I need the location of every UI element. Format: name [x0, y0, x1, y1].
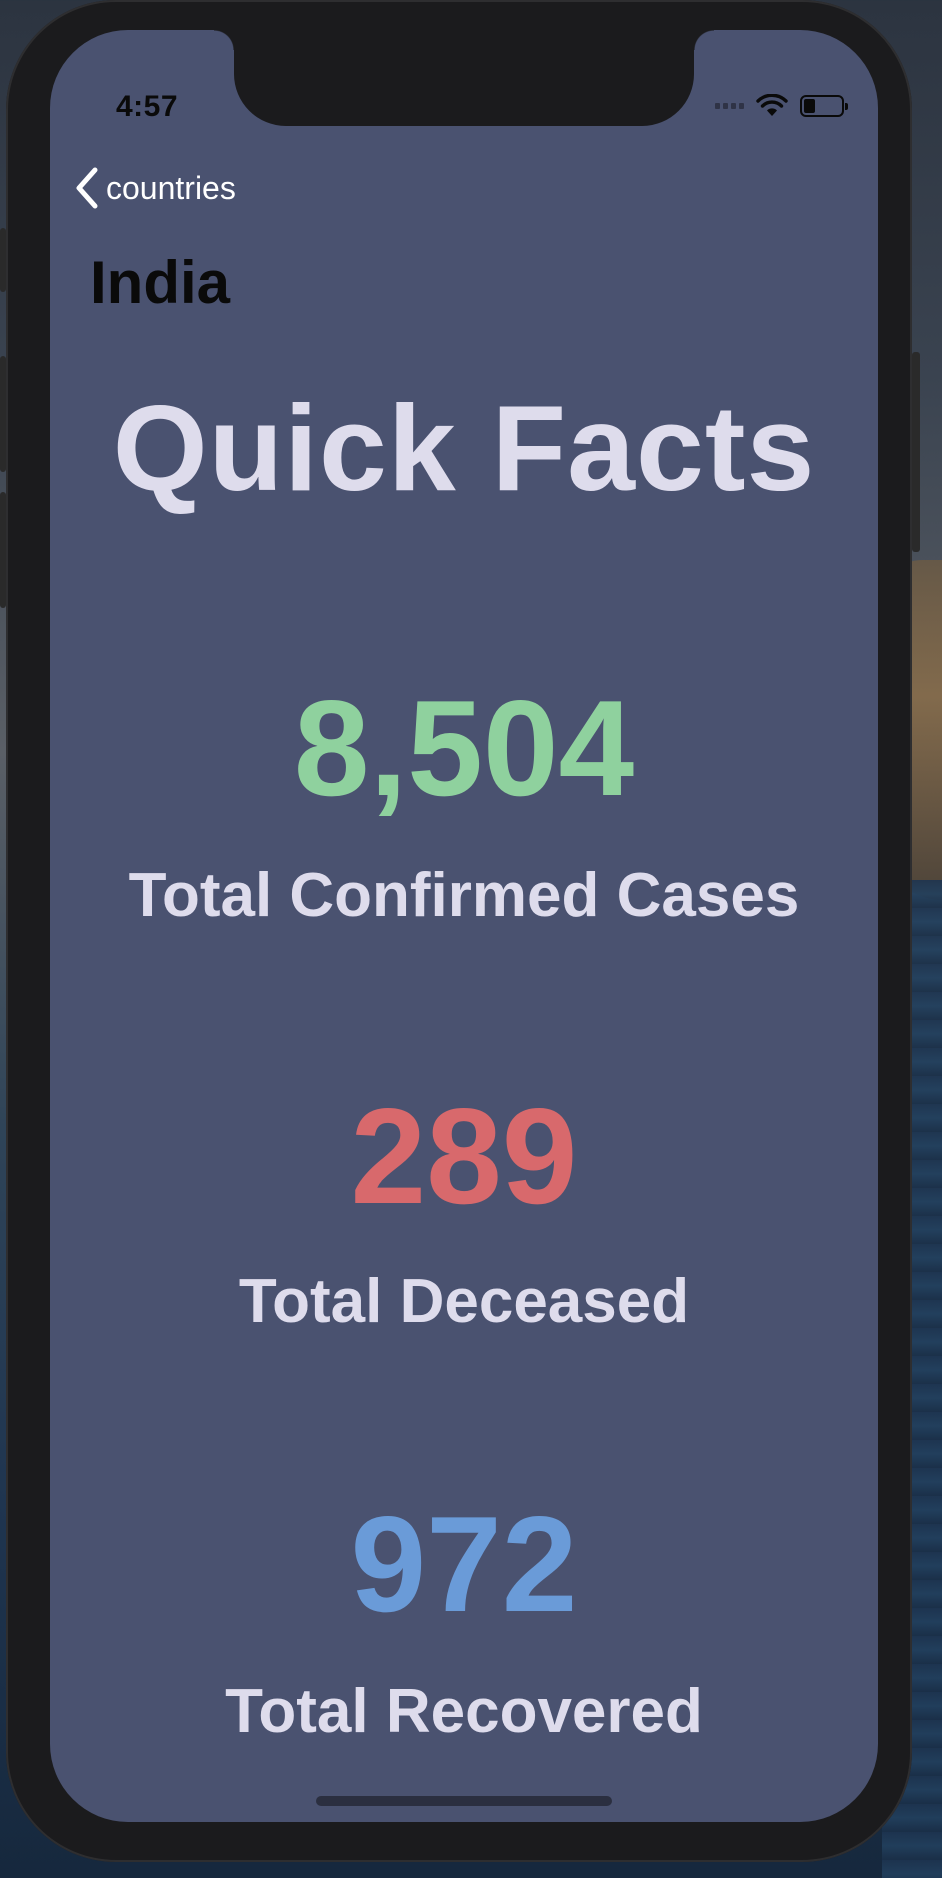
back-button[interactable]: countries [74, 166, 236, 210]
battery-icon [800, 95, 848, 117]
recovered-value: 972 [350, 1488, 578, 1640]
phone-frame: 4:57 countries India Quick Facts 8,504 T… [6, 0, 912, 1862]
device-notch [214, 30, 714, 126]
chevron-left-icon [76, 167, 98, 209]
cellular-signal-icon [715, 103, 744, 109]
wifi-icon [756, 94, 788, 116]
back-button-label: countries [106, 169, 236, 206]
status-icons [715, 94, 848, 118]
page-title: India [90, 249, 231, 316]
status-time: 4:57 [116, 90, 179, 123]
deceased-label: Total Deceased [238, 1267, 690, 1336]
app-screen: 4:57 countries India Quick Facts 8,504 T… [50, 30, 878, 1822]
section-title: Quick Facts [112, 380, 816, 516]
power-button [912, 352, 920, 552]
recovered-label: Total Recovered [225, 1677, 703, 1746]
deceased-value: 289 [350, 1080, 578, 1232]
confirmed-cases-label: Total Confirmed Cases [128, 861, 800, 930]
confirmed-cases-value: 8,504 [293, 672, 635, 824]
battery-level [804, 99, 815, 113]
home-indicator[interactable] [316, 1796, 612, 1806]
